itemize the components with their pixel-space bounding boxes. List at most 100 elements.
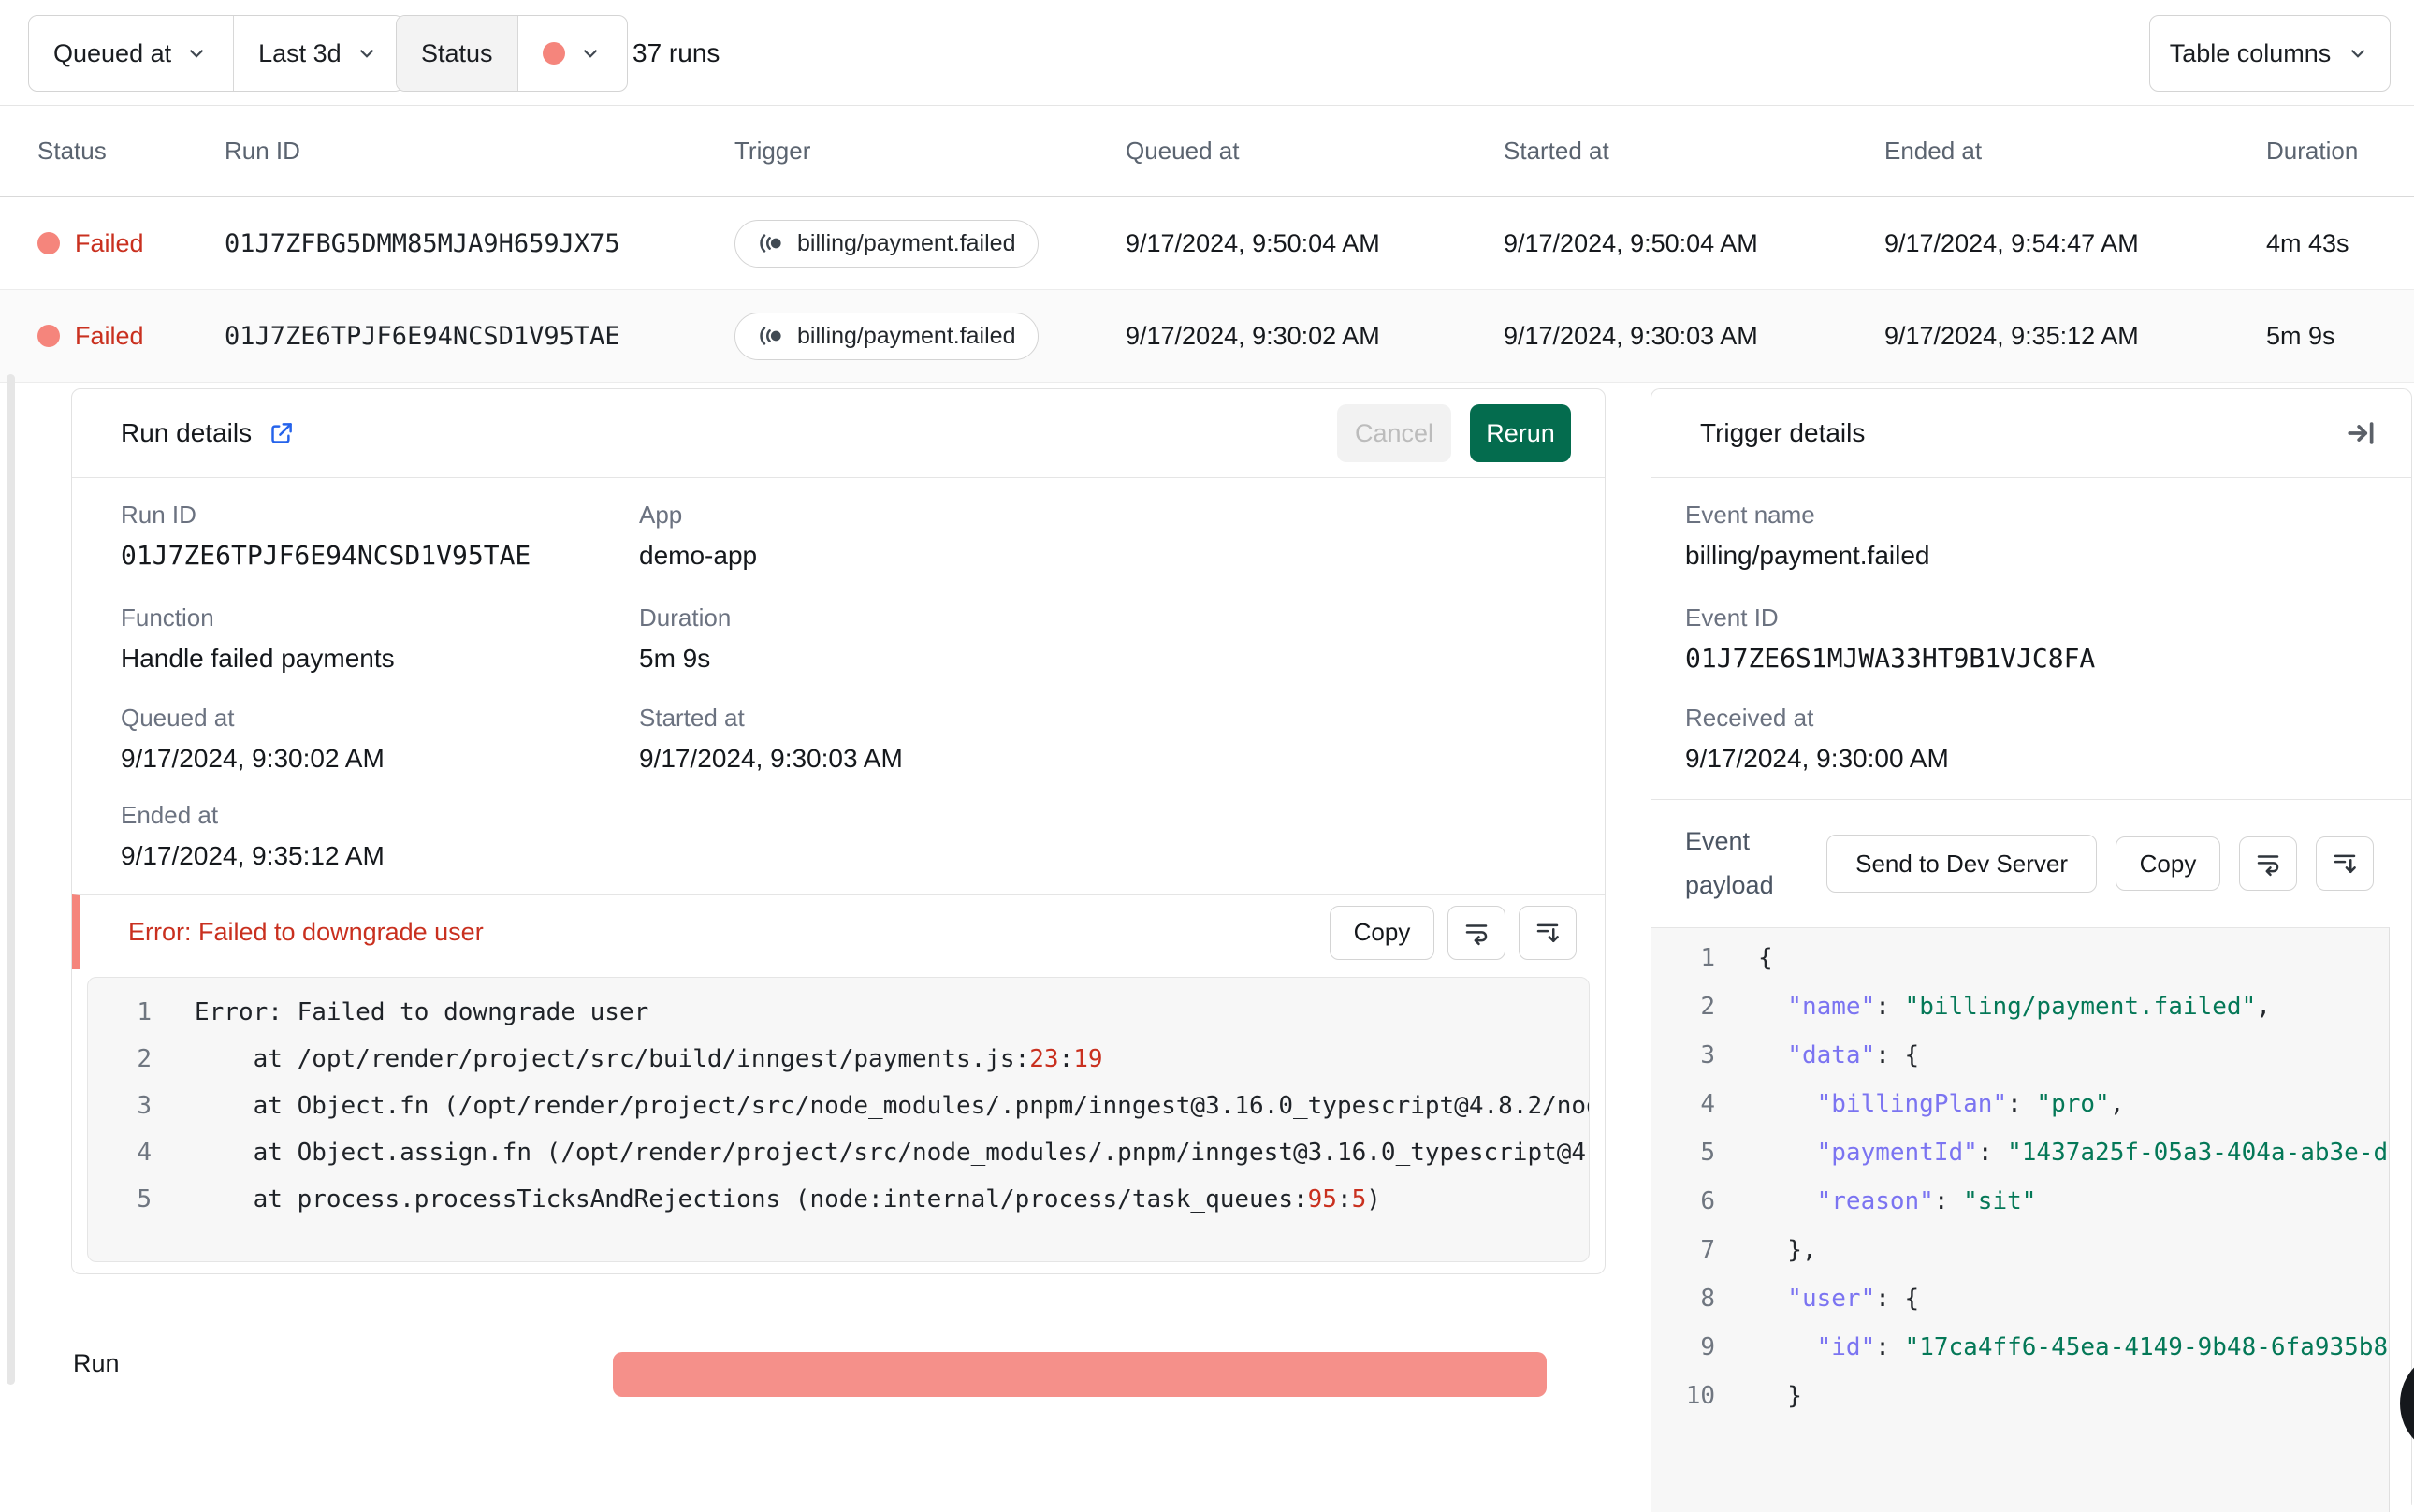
table-row[interactable]: Failed 01J7ZE6TPJF6E94NCSD1V95TAE billin… xyxy=(0,290,2414,383)
timeline-run-label: Run xyxy=(73,1349,120,1377)
run-id-field: Run ID 01J7ZE6TPJF6E94NCSD1V95TAE xyxy=(121,499,531,575)
event-name-field: Event name billing/payment.failed xyxy=(1685,499,1930,575)
payload-line: 10 } xyxy=(1651,1372,2389,1420)
scroll-to-bottom-button[interactable] xyxy=(1519,905,1577,960)
timeline-run-bar[interactable] xyxy=(613,1352,1547,1397)
payload-line: 4 "billingPlan": "pro", xyxy=(1651,1080,2389,1128)
event-id-field: Event ID 01J7ZE6S1MJWA33HT9B1VJC8FA xyxy=(1685,602,2095,678)
status-badge: Failed xyxy=(75,228,144,257)
ended-at-cell: 9/17/2024, 9:54:47 AM xyxy=(1884,228,2139,257)
line-number: 4 xyxy=(1700,1090,1715,1118)
word-wrap-toggle-button[interactable] xyxy=(1447,905,1505,960)
run-id-value: 01J7ZE6TPJF6E94NCSD1V95TAE xyxy=(121,540,531,571)
run-id-cell: 01J7ZFBG5DMM85MJA9H659JX75 xyxy=(225,228,620,258)
trigger-details-panel: Trigger details Event name billing/payme… xyxy=(1651,388,2412,1512)
payload-line: 1 { xyxy=(1651,934,2389,982)
run-id-cell: 01J7ZE6TPJF6E94NCSD1V95TAE xyxy=(225,321,620,351)
line-number: 10 xyxy=(1685,1382,1715,1410)
run-details-header: Run details Cancel Rerun xyxy=(72,389,1605,478)
trigger-details-title: Trigger details xyxy=(1700,418,1866,447)
trigger-event-pill[interactable]: billing/payment.failed xyxy=(734,219,1040,268)
status-filter-dropdown[interactable] xyxy=(516,16,627,91)
column-header-run-id: Run ID xyxy=(225,136,300,165)
trigger-event-name: billing/payment.failed xyxy=(797,229,1016,256)
queued-at-cell: 9/17/2024, 9:50:04 AM xyxy=(1126,228,1380,257)
line-number: 9 xyxy=(1700,1333,1715,1361)
column-header-trigger: Trigger xyxy=(734,136,811,165)
send-to-dev-server-button[interactable]: Send to Dev Server xyxy=(1826,835,2097,893)
app-label: App xyxy=(639,501,683,529)
stack-line: 2 at /opt/render/project/src/build/innge… xyxy=(88,1036,1589,1083)
line-number: 2 xyxy=(1700,993,1715,1021)
queued-at-value: 9/17/2024, 9:30:02 AM xyxy=(121,744,385,773)
stack-trace-block[interactable]: 1 Error: Failed to downgrade user 2 at /… xyxy=(87,977,1590,1262)
chevron-down-icon xyxy=(184,41,209,65)
event-name-label: Event name xyxy=(1685,501,1815,529)
column-header-ended-at: Ended at xyxy=(1884,136,1983,165)
function-label: Function xyxy=(121,603,214,632)
app-link[interactable]: demo-app xyxy=(639,536,757,575)
trigger-details-header: Trigger details xyxy=(1651,389,2411,478)
status-filter-label: Status xyxy=(421,38,493,67)
table-header-row: Status Run ID Trigger Queued at Started … xyxy=(0,106,2414,197)
trigger-event-pill[interactable]: billing/payment.failed xyxy=(734,312,1040,360)
time-filter-group: Queued at Last 3d xyxy=(28,15,404,92)
time-range-filter-label: Last 3d xyxy=(258,38,342,67)
received-at-label: Received at xyxy=(1685,704,1814,732)
run-details-title: Run details xyxy=(121,418,253,447)
collapse-panel-icon[interactable] xyxy=(2346,417,2378,449)
failed-status-dot-icon xyxy=(37,232,60,254)
line-number: 2 xyxy=(137,1045,152,1073)
event-icon xyxy=(758,230,784,256)
status-cell: Failed xyxy=(37,322,225,351)
line-number: 5 xyxy=(1700,1139,1715,1167)
failed-status-dot-icon xyxy=(542,42,565,65)
duration-label: Duration xyxy=(639,603,732,632)
function-field: Function Handle failed payments xyxy=(121,602,395,678)
started-at-cell: 9/17/2024, 9:50:04 AM xyxy=(1504,228,1758,257)
trigger-event-name: billing/payment.failed xyxy=(797,322,1016,349)
copy-error-button[interactable]: Copy xyxy=(1330,905,1434,960)
scroll-to-bottom-button[interactable] xyxy=(2316,836,2374,891)
word-wrap-toggle-button[interactable] xyxy=(2239,836,2297,891)
started-at-value: 9/17/2024, 9:30:03 AM xyxy=(639,744,903,773)
line-number: 4 xyxy=(137,1139,152,1167)
event-payload-label: Event payload xyxy=(1685,827,1774,899)
event-id-value: 01J7ZE6S1MJWA33HT9B1VJC8FA xyxy=(1685,643,2096,674)
line-number: 5 xyxy=(137,1185,152,1214)
line-number: 1 xyxy=(137,998,152,1026)
copy-payload-button[interactable]: Copy xyxy=(2116,836,2220,891)
external-link-icon[interactable] xyxy=(269,421,294,446)
vertical-scrollbar[interactable] xyxy=(7,374,15,1385)
payload-line: 9 "id": "17ca4ff6-45ea-4149-9b48-6fa935b… xyxy=(1651,1323,2389,1372)
time-range-filter-dropdown[interactable]: Last 3d xyxy=(233,16,403,91)
line-number: 3 xyxy=(137,1092,152,1120)
chevron-down-icon xyxy=(355,41,379,65)
event-name-value: billing/payment.failed xyxy=(1685,541,1930,570)
received-at-value: 9/17/2024, 9:30:00 AM xyxy=(1685,744,1949,773)
event-payload-code[interactable]: 1 { 2 "name": "billing/payment.failed", … xyxy=(1651,927,2390,1512)
queued-at-cell: 9/17/2024, 9:30:02 AM xyxy=(1126,321,1380,350)
payload-line: 2 "name": "billing/payment.failed", xyxy=(1651,982,2389,1031)
status-filter-name: Status xyxy=(397,16,517,91)
error-banner: Error: Failed to downgrade user Copy xyxy=(72,894,1605,969)
trigger-cell: billing/payment.failed xyxy=(734,312,1126,360)
function-link[interactable]: Handle failed payments xyxy=(121,639,395,678)
runs-table: Status Run ID Trigger Queued at Started … xyxy=(0,106,2414,383)
table-row[interactable]: Failed 01J7ZFBG5DMM85MJA9H659JX75 billin… xyxy=(0,197,2414,290)
queued-at-filter-dropdown[interactable]: Queued at xyxy=(29,16,233,91)
event-payload-header: Event payload Send to Dev Server Copy xyxy=(1651,799,2411,927)
line-number: 6 xyxy=(1700,1187,1715,1215)
column-header-started-at: Started at xyxy=(1504,136,1609,165)
stack-line: 5 at process.processTicksAndRejections (… xyxy=(88,1176,1589,1223)
table-columns-button[interactable]: Table columns xyxy=(2149,15,2391,92)
cancel-button[interactable]: Cancel xyxy=(1337,404,1451,462)
rerun-button[interactable]: Rerun xyxy=(1470,404,1571,462)
payload-line: 3 "data": { xyxy=(1651,1031,2389,1080)
ended-at-field: Ended at 9/17/2024, 9:35:12 AM xyxy=(121,799,385,876)
line-number: 3 xyxy=(1700,1041,1715,1069)
duration-value: 5m 9s xyxy=(639,644,711,673)
started-at-field: Started at 9/17/2024, 9:30:03 AM xyxy=(639,702,903,778)
status-cell: Failed xyxy=(37,229,225,258)
trigger-cell: billing/payment.failed xyxy=(734,219,1126,268)
